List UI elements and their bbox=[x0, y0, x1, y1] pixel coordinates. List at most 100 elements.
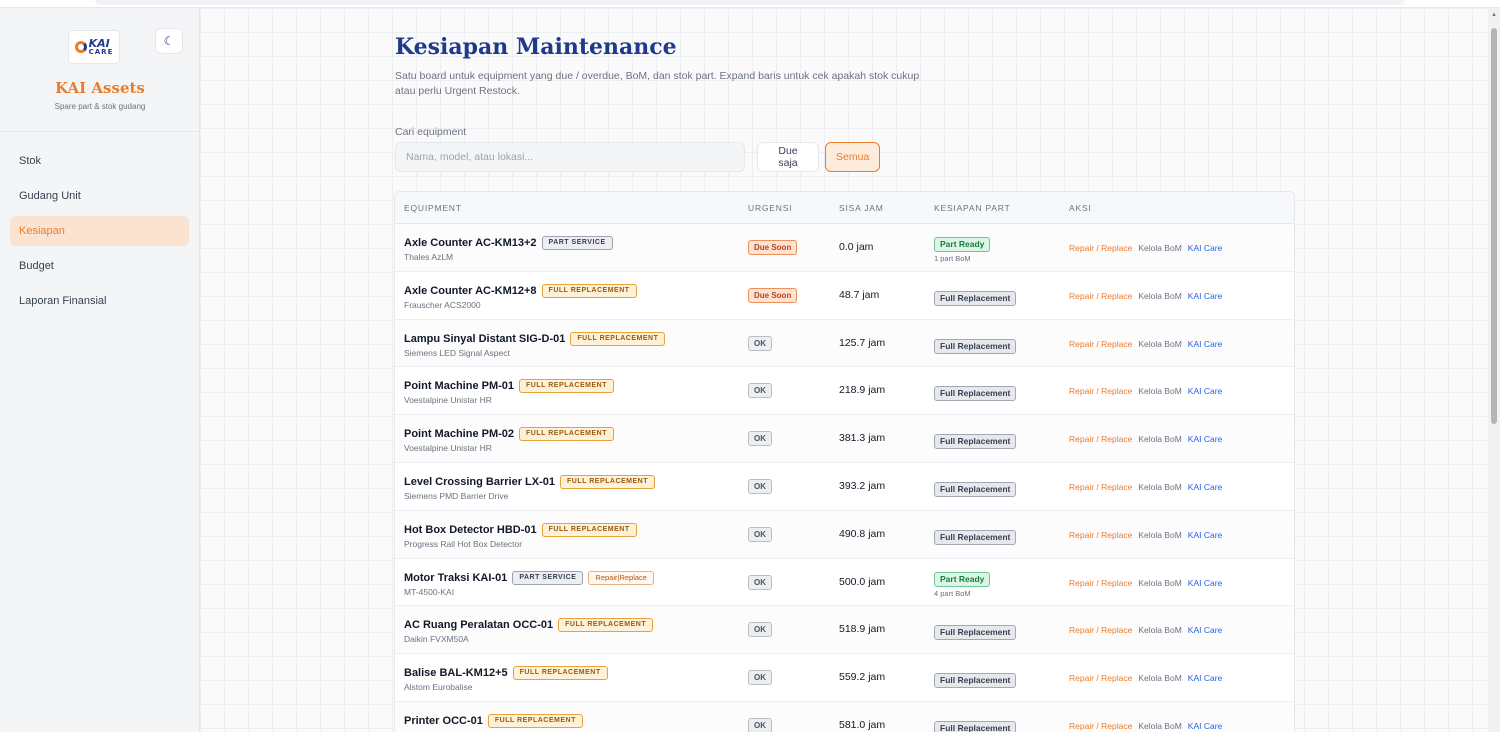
repair-replace-link[interactable]: Repair / Replace bbox=[1069, 386, 1132, 396]
readiness-badge: Full Replacement bbox=[934, 720, 1017, 732]
equipment-model: Siemens PMD Barrier Drive bbox=[404, 490, 509, 501]
equipment-model: Voestalpine Unistar HR bbox=[404, 443, 492, 454]
urgency-badge: OK bbox=[748, 431, 772, 447]
equipment-name: Lampu Sinyal Distant SIG-D-01 bbox=[404, 332, 566, 345]
kelola-bom-link[interactable]: Kelola BoM bbox=[1138, 673, 1181, 683]
table-row[interactable]: Axle Counter AC-KM13+2 PART SERVICE Thales… bbox=[395, 224, 1294, 272]
readiness-badge: Part Ready bbox=[934, 571, 991, 587]
sidebar-item-stok[interactable]: Stok bbox=[10, 146, 189, 176]
repair-replace-link[interactable]: Repair / Replace bbox=[1069, 721, 1132, 731]
brand-subtitle: Spare part & stok gudang bbox=[54, 102, 146, 111]
filter-due-button[interactable]: Due saja bbox=[757, 142, 819, 172]
repair-replace-link[interactable]: Repair / Replace bbox=[1069, 291, 1132, 301]
sidebar-item-gudang-unit[interactable]: Gudang Unit bbox=[10, 181, 189, 211]
kai-care-link[interactable]: KAI Care bbox=[1188, 243, 1223, 253]
kai-care-link[interactable]: KAI Care bbox=[1188, 482, 1223, 492]
kelola-bom-link[interactable]: Kelola BoM bbox=[1138, 482, 1181, 492]
kai-care-link[interactable]: KAI Care bbox=[1188, 339, 1223, 349]
sidebar-item-budget[interactable]: Budget bbox=[10, 251, 189, 281]
equipment-model: Daikin FVXM50A bbox=[404, 634, 469, 645]
equipment-name: Axle Counter AC-KM12+8 bbox=[404, 284, 537, 297]
urgency-badge: Due Soon bbox=[748, 240, 798, 255]
sidebar-item-laporan-finansial[interactable]: Laporan Finansial bbox=[10, 286, 189, 316]
table-row[interactable]: Hot Box Detector HBD-01 FULL REPLACEMENT P… bbox=[395, 510, 1294, 559]
kai-care-link[interactable]: KAI Care bbox=[1188, 721, 1223, 731]
kai-care-link[interactable]: KAI Care bbox=[1188, 530, 1223, 540]
kelola-bom-link[interactable]: Kelola BoM bbox=[1138, 243, 1181, 253]
kai-care-link[interactable]: KAI Care bbox=[1188, 625, 1223, 635]
search-label: Cari equipment bbox=[395, 126, 467, 138]
table-row[interactable]: Lampu Sinyal Distant SIG-D-01 FULL REPLAC… bbox=[395, 319, 1294, 368]
kai-care-link[interactable]: KAI Care bbox=[1188, 386, 1223, 396]
theme-toggle-button[interactable]: ☾ bbox=[155, 28, 183, 54]
table-row[interactable]: Printer OCC-01 FULL REPLACEMENT OK 581.0 ja… bbox=[395, 701, 1294, 732]
remaining-hours: 490.8 jam bbox=[839, 527, 886, 540]
kelola-bom-link[interactable]: Kelola BoM bbox=[1138, 578, 1181, 588]
kai-care-link[interactable]: KAI Care bbox=[1188, 578, 1223, 588]
table-row[interactable]: AC Ruang Peralatan OCC-01 FULL REPLACEMEN… bbox=[395, 606, 1294, 655]
service-type-tag: FULL REPLACEMENT bbox=[541, 522, 637, 537]
scrollbar-thumb[interactable] bbox=[1491, 28, 1497, 424]
kelola-bom-link[interactable]: Kelola BoM bbox=[1138, 530, 1181, 540]
urgency-badge: OK bbox=[748, 670, 772, 686]
filter-all-button[interactable]: Semua bbox=[825, 142, 880, 172]
service-type-tag: FULL REPLACEMENT bbox=[519, 379, 615, 394]
table-row[interactable]: Level Crossing Barrier LX-01 FULL REPLACE… bbox=[395, 462, 1294, 511]
table-header: EQUIPMENT URGENSI SISA JAM KESIAPAN PART… bbox=[395, 192, 1294, 224]
kai-care-link[interactable]: KAI Care bbox=[1188, 291, 1223, 301]
service-type-tag: PART SERVICE bbox=[512, 570, 584, 585]
equipment-name: Printer OCC-01 bbox=[404, 714, 483, 727]
urgency-badge: OK bbox=[748, 717, 772, 732]
repair-replace-link[interactable]: Repair / Replace bbox=[1069, 482, 1132, 492]
equipment-model: Thales AzLM bbox=[404, 252, 454, 262]
equipment-name: Balise BAL-KM12+5 bbox=[404, 667, 508, 680]
remaining-hours: 125.7 jam bbox=[839, 336, 886, 349]
repair-replace-link[interactable]: Repair / Replace bbox=[1069, 625, 1132, 635]
page-scrollbar[interactable]: ▲ bbox=[1488, 8, 1500, 732]
scroll-up-icon[interactable]: ▲ bbox=[1491, 12, 1497, 18]
main-content: Kesiapan Maintenance Satu board untuk eq… bbox=[200, 8, 1488, 732]
kelola-bom-link[interactable]: Kelola BoM bbox=[1138, 625, 1181, 635]
table-row[interactable]: Point Machine PM-02 FULL REPLACEMENT Voest… bbox=[395, 415, 1294, 463]
bom-count: 1 part BoM bbox=[934, 254, 971, 263]
kai-care-link[interactable]: KAI Care bbox=[1188, 434, 1223, 444]
repair-replace-link[interactable]: Repair / Replace bbox=[1069, 578, 1132, 588]
service-type-tag: FULL REPLACEMENT bbox=[519, 427, 615, 442]
equipment-model: Alstom Eurobalise bbox=[404, 682, 473, 693]
urgency-badge: OK bbox=[748, 526, 772, 542]
urgency-badge: Due Soon bbox=[748, 287, 798, 303]
kelola-bom-link[interactable]: Kelola BoM bbox=[1138, 291, 1181, 301]
table-row[interactable]: Balise BAL-KM12+5 FULL REPLACEMENT Alstom … bbox=[395, 654, 1294, 702]
table-body: Axle Counter AC-KM13+2 PART SERVICE Thales… bbox=[395, 224, 1294, 732]
logo-ring-icon bbox=[74, 41, 87, 53]
repair-replace-link[interactable]: Repair / Replace bbox=[1069, 673, 1132, 683]
kai-care-link[interactable]: KAI Care bbox=[1188, 673, 1223, 683]
repair-replace-link[interactable]: Repair / Replace bbox=[1069, 530, 1132, 540]
kelola-bom-link[interactable]: Kelola BoM bbox=[1138, 721, 1181, 731]
table-row[interactable]: Motor Traksi KAI-01 PART SERVICE Repair|Re… bbox=[395, 558, 1294, 607]
kelola-bom-link[interactable]: Kelola BoM bbox=[1138, 434, 1181, 444]
equipment-model: Frauscher ACS2000 bbox=[404, 299, 481, 310]
readiness-badge: Full Replacement bbox=[934, 529, 1017, 545]
sidebar: KAI CARE ☾ KAI Assets Spare part & stok … bbox=[0, 8, 200, 732]
header-remaining: SISA JAM bbox=[839, 203, 884, 213]
brand-name: KAI Assets bbox=[55, 79, 145, 97]
urgency-badge: OK bbox=[748, 622, 772, 638]
equipment-model: Progress Rail Hot Box Detector bbox=[404, 538, 523, 549]
kelola-bom-link[interactable]: Kelola BoM bbox=[1138, 386, 1181, 396]
repair-replace-link[interactable]: Repair / Replace bbox=[1069, 243, 1132, 253]
kelola-bom-link[interactable]: Kelola BoM bbox=[1138, 339, 1181, 349]
table-row[interactable]: Point Machine PM-01 FULL REPLACEMENT Voest… bbox=[395, 367, 1294, 416]
table-row[interactable]: Axle Counter AC-KM12+8 FULL REPLACEMENT Fr… bbox=[395, 271, 1294, 320]
equipment-name: Axle Counter AC-KM13+2 bbox=[404, 237, 537, 249]
search-input[interactable] bbox=[395, 142, 745, 172]
service-type-tag: FULL REPLACEMENT bbox=[570, 331, 666, 346]
repair-replace-link[interactable]: Repair / Replace bbox=[1069, 434, 1132, 444]
equipment-model: Siemens LED Signal Aspect bbox=[404, 347, 510, 358]
remaining-hours: 218.9 jam bbox=[839, 384, 886, 397]
readiness-badge: Full Replacement bbox=[934, 625, 1017, 641]
repair-replace-link[interactable]: Repair / Replace bbox=[1069, 339, 1132, 349]
equipment-model: Voestalpine Unistar HR bbox=[404, 395, 492, 406]
sidebar-item-kesiapan[interactable]: Kesiapan bbox=[10, 216, 189, 246]
sidebar-nav: Stok Gudang Unit Kesiapan Budget Laporan… bbox=[0, 132, 199, 316]
